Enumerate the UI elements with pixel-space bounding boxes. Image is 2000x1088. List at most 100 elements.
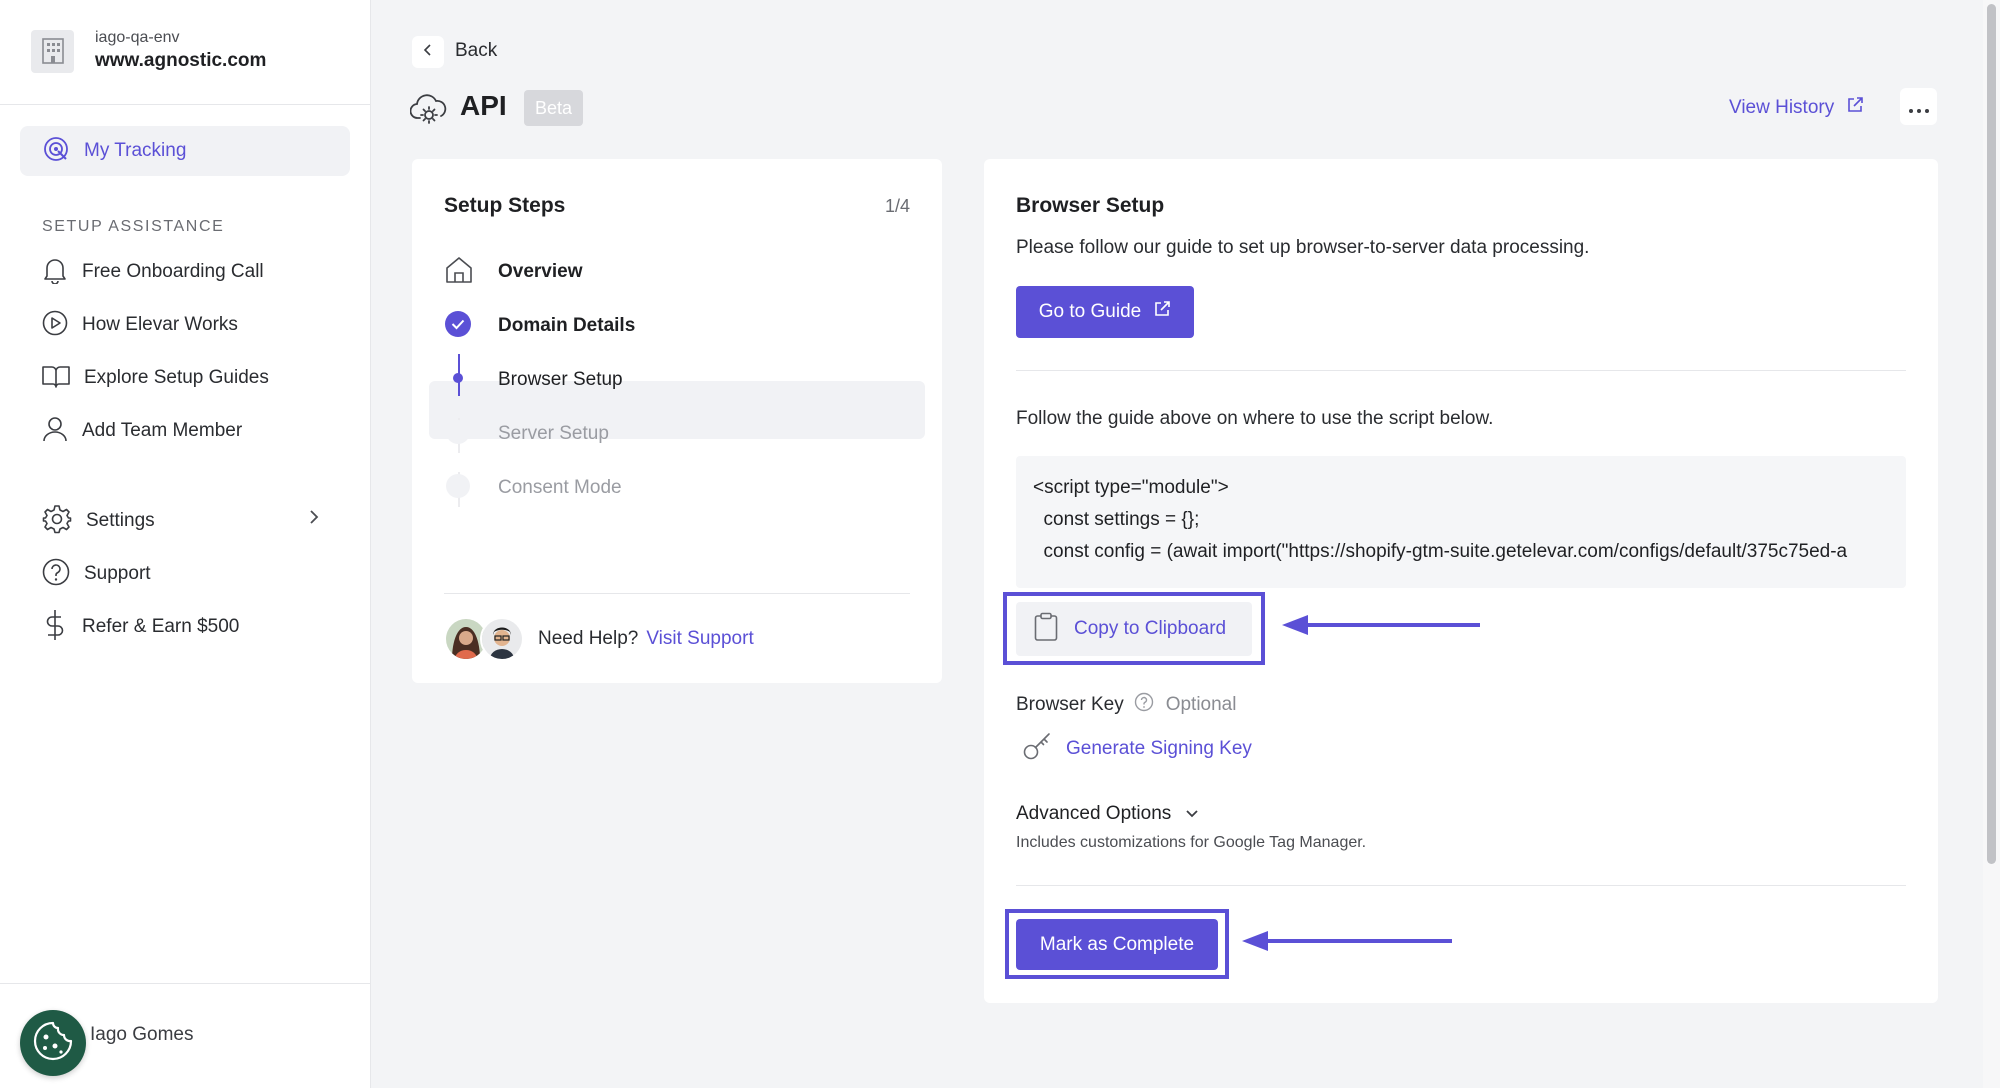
field-label: Browser Key <box>1016 694 1124 715</box>
help-text: Need Help? <box>538 628 639 649</box>
dollar-icon <box>42 609 68 646</box>
sidebar-item-label: Add Team Member <box>82 420 243 441</box>
org-domain: www.agnostic.com <box>95 50 267 71</box>
optional-label: Optional <box>1165 694 1237 715</box>
key-icon <box>1022 731 1052 766</box>
advanced-options-description: Includes customizations for Google Tag M… <box>1016 834 1367 851</box>
toggle-label: Advanced Options <box>1016 803 1172 824</box>
chevron-right-icon <box>308 509 320 530</box>
sidebar-item-label: My Tracking <box>84 140 187 161</box>
bell-icon <box>42 256 68 289</box>
cookie-consent-button[interactable] <box>20 1010 86 1076</box>
chevron-down-icon <box>1185 803 1199 825</box>
org-env-name: iago-qa-env <box>95 29 180 46</box>
sidebar: iago-qa-env www.agnostic.com My Tracking… <box>0 0 371 1088</box>
step-browser-setup[interactable]: Browser Setup <box>444 362 623 398</box>
cookie-icon <box>31 1019 75 1068</box>
back-link[interactable]: Back <box>455 40 497 62</box>
section-title: SETUP ASSISTANCE <box>42 218 225 235</box>
button-label: Copy to Clipboard <box>1074 618 1227 639</box>
step-label: Consent Mode <box>498 477 622 498</box>
code-line: const settings = {}; <box>1033 509 1200 530</box>
section-description: Please follow our guide to set up browse… <box>1016 237 1590 258</box>
help-circle-icon <box>42 558 70 591</box>
button-label: Go to Guide <box>1038 301 1142 322</box>
book-open-icon <box>42 364 70 393</box>
view-history-link[interactable]: View History <box>1729 96 1864 120</box>
chevron-left-icon <box>423 43 433 62</box>
current-step-dot-icon <box>444 364 472 397</box>
play-circle-icon <box>42 310 68 341</box>
steps-title: Setup Steps <box>444 194 566 217</box>
sidebar-item-settings[interactable]: Settings <box>42 503 155 539</box>
browser-key-label: Browser Key Optional <box>1016 692 1236 718</box>
help-divider <box>444 593 910 594</box>
mark-as-complete-button[interactable]: Mark as Complete <box>1016 919 1218 970</box>
section-divider <box>1016 370 1906 371</box>
external-link-icon <box>1153 300 1171 324</box>
step-label: Domain Details <box>498 315 636 336</box>
clipboard-icon <box>1034 612 1058 647</box>
pending-step-icon <box>444 418 472 451</box>
generate-signing-key-button[interactable]: Generate Signing Key <box>1022 731 1252 766</box>
step-label: Browser Setup <box>498 369 623 390</box>
code-line: const config = (await import("https://sh… <box>1033 541 1848 562</box>
step-label: Server Setup <box>498 423 609 444</box>
home-icon <box>444 255 474 290</box>
sidebar-item-onboarding-call[interactable]: Free Onboarding Call <box>42 254 264 290</box>
beta-badge: Beta <box>524 90 584 126</box>
help-row: Need Help? Visit Support <box>444 617 754 661</box>
ellipsis-icon <box>1908 94 1930 120</box>
tracking-icon <box>42 135 70 168</box>
sidebar-item-label: How Elevar Works <box>82 314 238 335</box>
visit-support-link[interactable]: Visit Support <box>646 628 753 650</box>
sidebar-divider <box>0 104 370 105</box>
external-link-icon <box>1846 96 1864 120</box>
sidebar-item-my-tracking[interactable]: My Tracking <box>20 126 350 176</box>
step-domain-details[interactable]: Domain Details <box>444 308 635 344</box>
sidebar-item-label: Support <box>84 563 151 584</box>
sidebar-item-label: Free Onboarding Call <box>82 261 264 282</box>
section-title: Browser Setup <box>1016 194 1165 217</box>
sidebar-item-label: Refer & Earn $500 <box>82 616 240 637</box>
more-options-button[interactable] <box>1900 88 1937 125</box>
gear-icon <box>42 504 72 539</box>
building-icon <box>31 29 74 73</box>
sidebar-item-how-elevar-works[interactable]: How Elevar Works <box>42 307 238 343</box>
sidebar-item-label: Explore Setup Guides <box>84 367 269 388</box>
code-line: <script type="module"> <box>1033 477 1229 498</box>
page-scrollbar-thumb[interactable] <box>1987 4 1996 864</box>
step-overview[interactable]: Overview <box>444 254 583 290</box>
org-switcher[interactable]: iago-qa-env www.agnostic.com <box>31 28 266 74</box>
steps-count: 1/4 <box>884 196 910 216</box>
browser-setup-card: Browser Setup Please follow our guide to… <box>984 159 1938 1003</box>
advanced-options-toggle[interactable]: Advanced Options <box>1016 803 1199 825</box>
sidebar-divider <box>0 983 370 984</box>
sidebar-item-support[interactable]: Support <box>42 556 151 592</box>
sidebar-item-setup-guides[interactable]: Explore Setup Guides <box>42 360 269 396</box>
step-consent-mode[interactable]: Consent Mode <box>444 470 622 506</box>
view-history-label: View History <box>1729 97 1835 118</box>
step-label: Overview <box>498 261 583 282</box>
user-icon <box>42 416 68 447</box>
copy-to-clipboard-button[interactable]: Copy to Clipboard <box>1016 602 1252 656</box>
go-to-guide-button[interactable]: Go to Guide <box>1016 286 1194 338</box>
page-title: API <box>460 90 507 121</box>
button-label: Generate Signing Key <box>1066 737 1252 759</box>
back-button[interactable] <box>412 36 444 68</box>
sidebar-item-add-team-member[interactable]: Add Team Member <box>42 413 242 449</box>
step-server-setup[interactable]: Server Setup <box>444 416 609 452</box>
annotation-arrow-icon <box>1280 613 1480 642</box>
sidebar-item-label: Settings <box>86 510 155 531</box>
annotation-arrow-icon <box>1240 929 1456 958</box>
script-code-block[interactable]: <script type="module"> const settings = … <box>1016 456 1906 588</box>
section-divider <box>1016 885 1906 886</box>
setup-steps-card: Setup Steps 1/4 Overview Domain Details … <box>412 159 942 683</box>
check-circle-icon <box>444 310 472 343</box>
sidebar-item-refer-earn[interactable]: Refer & Earn $500 <box>42 609 239 645</box>
help-circle-icon[interactable] <box>1134 692 1154 718</box>
support-avatar <box>480 617 524 661</box>
user-name[interactable]: Iago Gomes <box>90 1024 194 1046</box>
cloud-gear-icon <box>409 90 448 131</box>
instruction-text: Follow the guide above on where to use t… <box>1016 408 1494 429</box>
